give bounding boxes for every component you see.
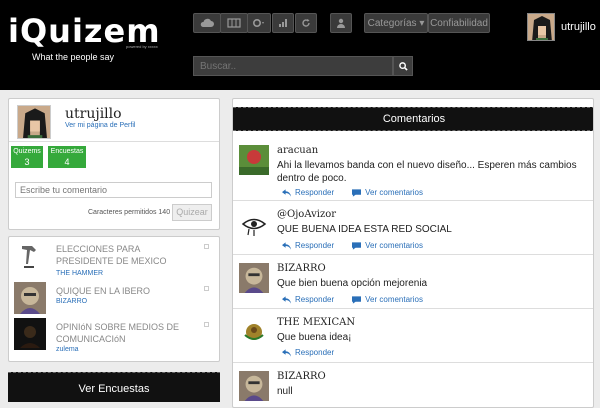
grid-button[interactable] xyxy=(220,13,248,33)
menu-icon[interactable] xyxy=(204,244,209,249)
avatar[interactable] xyxy=(239,145,269,175)
avatar[interactable] xyxy=(239,263,269,293)
reply-label: Responder xyxy=(295,295,335,304)
survey-item[interactable]: ELECCIONES PARA PRESIDENTE DE MEXICO THE… xyxy=(14,240,214,277)
reply-button[interactable]: Responder xyxy=(282,295,334,304)
comment-user[interactable]: BIZARRO xyxy=(277,263,326,274)
comment-item: BIZARRO null xyxy=(233,371,593,407)
gear-icon xyxy=(252,18,264,28)
comment-actions: Responder Ver comentarios xyxy=(282,295,441,304)
avatar xyxy=(527,13,555,41)
survey-author[interactable]: BIZARRO xyxy=(56,298,87,305)
view-comments-button[interactable]: Ver comentarios xyxy=(352,241,423,250)
comment-actions: Responder Ver comentarios xyxy=(282,188,441,197)
survey-author[interactable]: zulema xyxy=(56,346,79,353)
refresh-icon xyxy=(302,19,310,27)
encuestas-label: Encuestas xyxy=(50,148,84,155)
stats-button[interactable] xyxy=(272,13,294,33)
reply-label: Responder xyxy=(295,348,335,357)
survey-thumbnail xyxy=(14,240,46,272)
comment-user[interactable]: aracuan xyxy=(277,145,318,156)
reply-icon xyxy=(282,295,291,304)
bar-chart-icon xyxy=(279,19,287,27)
avatar[interactable] xyxy=(239,371,269,401)
avatar[interactable] xyxy=(17,105,51,139)
comment-user[interactable]: THE MEXICAN xyxy=(277,317,355,328)
grid-icon xyxy=(227,18,241,28)
avatar[interactable] xyxy=(239,209,269,239)
search-input[interactable] xyxy=(193,56,393,76)
comment-text: null xyxy=(277,386,293,397)
chars-allowed: Caracteres permitidos 140 xyxy=(88,209,171,216)
quizear-button[interactable]: Quizear xyxy=(172,204,212,221)
comments-panel: Comentarios aracuan Ahi la llevamos band… xyxy=(232,98,594,408)
survey-title[interactable]: OPINIóN SOBRE MEDIOS DE COMUNICACIóN xyxy=(56,321,194,345)
comment-text: Que bien buena opción mejorenia xyxy=(277,278,428,289)
comment-input[interactable] xyxy=(15,182,212,198)
user-icon xyxy=(337,18,345,28)
logo[interactable]: iQuizem powered by xxxxx What the people… xyxy=(8,12,161,62)
survey-thumbnail xyxy=(14,282,46,314)
comment-user[interactable]: BIZARRO xyxy=(277,371,326,382)
encuestas-count: 4 xyxy=(64,157,70,167)
reply-label: Responder xyxy=(295,188,335,197)
comment-text: QUE BUENA IDEA ESTA RED SOCIAL xyxy=(277,224,452,235)
reply-icon xyxy=(282,188,291,197)
comment-bubble-icon xyxy=(352,188,362,197)
profile-button[interactable] xyxy=(330,13,352,33)
refresh-button[interactable] xyxy=(295,13,317,33)
menu-icon[interactable] xyxy=(204,322,209,327)
survey-author[interactable]: THE HAMMER xyxy=(56,270,103,277)
settings-button[interactable] xyxy=(247,13,271,33)
cloud-icon xyxy=(200,18,214,27)
comment-actions: Responder xyxy=(282,348,352,357)
reply-button[interactable]: Responder xyxy=(282,348,334,357)
comment-actions: Responder Ver comentarios xyxy=(282,241,441,250)
comment-user[interactable]: @OjoAvizor xyxy=(277,209,336,220)
view-comments-label: Ver comentarios xyxy=(365,295,423,304)
menu-icon[interactable] xyxy=(204,286,209,291)
top-navbar: iQuizem powered by xxxxx What the people… xyxy=(0,0,600,90)
comment-text: Ahi la llevamos banda con el nuevo diseñ… xyxy=(277,160,577,184)
user-name: utrujillo xyxy=(561,21,596,33)
profile-link[interactable]: Ver mi página de Perfil xyxy=(65,122,135,129)
survey-title[interactable]: ELECCIONES PARA PRESIDENTE DE MEXICO xyxy=(56,243,194,267)
comment-text: Que buena idea¡ xyxy=(277,332,352,343)
view-comments-button[interactable]: Ver comentarios xyxy=(352,295,423,304)
survey-item[interactable]: OPINIóN SOBRE MEDIOS DE COMUNICACIóN zul… xyxy=(14,318,214,353)
avatar[interactable] xyxy=(239,317,269,347)
logo-tagline: What the people say xyxy=(32,52,115,62)
reply-icon xyxy=(282,241,291,250)
logo-text: iQuizem xyxy=(8,12,161,50)
reply-button[interactable]: Responder xyxy=(282,241,334,250)
search-button[interactable] xyxy=(393,56,413,76)
confiabilidad-button[interactable]: Confiabilidad xyxy=(428,13,490,33)
search-icon xyxy=(398,61,408,71)
survey-thumbnail xyxy=(14,318,46,350)
encuestas-badge[interactable]: Encuestas 4 xyxy=(48,146,86,168)
quizems-count: 3 xyxy=(24,157,30,167)
cloud-button[interactable] xyxy=(193,13,221,33)
view-comments-button[interactable]: Ver comentarios xyxy=(352,188,423,197)
reply-button[interactable]: Responder xyxy=(282,188,334,197)
survey-title[interactable]: QUIQUE EN LA IBERO xyxy=(56,285,194,297)
survey-item[interactable]: QUIQUE EN LA IBERO BIZARRO xyxy=(14,282,214,316)
reply-label: Responder xyxy=(295,241,335,250)
view-comments-label: Ver comentarios xyxy=(365,188,423,197)
ver-encuestas-button[interactable]: Ver Encuestas xyxy=(8,372,220,402)
view-comments-label: Ver comentarios xyxy=(365,241,423,250)
comment-bubble-icon xyxy=(352,241,362,250)
categorias-dropdown[interactable]: Categorías ▾ xyxy=(364,13,428,33)
divider xyxy=(9,141,219,142)
profile-name: utrujillo xyxy=(65,106,122,122)
logo-powered: powered by xxxxx xyxy=(126,44,158,49)
user-menu[interactable]: utrujillo xyxy=(527,13,596,41)
comments-header: Comentarios xyxy=(233,107,593,131)
quizems-label: Quizems xyxy=(13,148,41,155)
reply-icon xyxy=(282,348,291,357)
comment-bubble-icon xyxy=(352,295,362,304)
quizems-badge[interactable]: Quizems 3 xyxy=(11,146,43,168)
